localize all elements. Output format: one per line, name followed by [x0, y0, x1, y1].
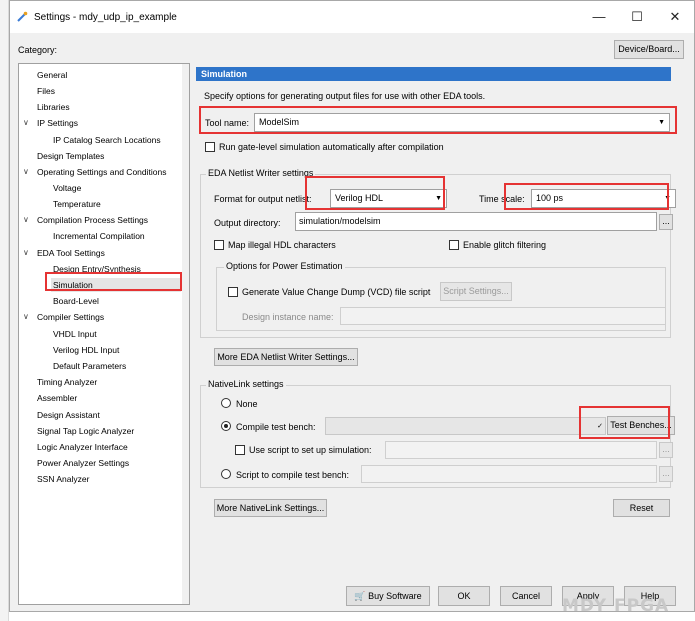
eda-netlist-group-title: EDA Netlist Writer settings — [206, 168, 316, 178]
output-dir-label: Output directory: — [214, 218, 281, 228]
compile-test-bench-select[interactable]: ✓ — [325, 417, 606, 435]
tree-item-ssn-analyzer[interactable]: SSN Analyzer — [37, 472, 89, 486]
use-script-input[interactable] — [385, 441, 657, 459]
pane-description: Specify options for generating output fi… — [204, 91, 486, 101]
watermark-text: MDY FPGA — [562, 596, 670, 616]
nativelink-none-radio[interactable] — [221, 398, 231, 408]
device-board-button[interactable]: Device/Board... — [614, 40, 684, 59]
reset-button[interactable]: Reset — [613, 499, 670, 517]
enable-glitch-label: Enable glitch filtering — [463, 240, 547, 250]
design-instance-input[interactable] — [340, 307, 666, 325]
tree-item-ip-catalog[interactable]: IP Catalog Search Locations — [53, 133, 161, 147]
chevron-down-icon[interactable]: ∨ — [23, 165, 29, 179]
tree-item-libraries[interactable]: Libraries — [37, 100, 70, 114]
tree-item-default-parameters[interactable]: Default Parameters — [53, 359, 126, 373]
script-compile-browse-button[interactable]: ... — [659, 466, 673, 482]
ok-button[interactable]: OK — [438, 586, 490, 606]
generate-vcd-label: Generate Value Change Dump (VCD) file sc… — [242, 287, 431, 297]
generate-vcd-checkbox[interactable] — [228, 287, 238, 297]
window-title: Settings - mdy_udp_ip_example — [34, 12, 177, 23]
more-eda-settings-button[interactable]: More EDA Netlist Writer Settings... — [214, 348, 358, 366]
tree-item-timing-analyzer[interactable]: Timing Analyzer — [37, 375, 97, 389]
tree-item-temperature[interactable]: Temperature — [53, 197, 101, 211]
tree-item-power-analyzer[interactable]: Power Analyzer Settings — [37, 456, 129, 470]
chevron-down-icon[interactable]: ∨ — [23, 213, 29, 227]
enable-glitch-checkbox[interactable] — [449, 240, 459, 250]
format-label: Format for output netlist: — [214, 194, 312, 204]
category-label: Category: — [18, 45, 58, 55]
compile-test-bench-radio[interactable] — [221, 421, 231, 431]
map-illegal-checkbox[interactable] — [214, 240, 224, 250]
output-dir-browse-button[interactable]: ... — [659, 214, 673, 230]
nativelink-group-title: NativeLink settings — [206, 379, 286, 389]
background-window-edge — [0, 0, 9, 621]
buy-software-label: Buy Software — [368, 591, 422, 601]
tree-item-design-assistant[interactable]: Design Assistant — [37, 408, 100, 422]
more-nativelink-settings-button[interactable]: More NativeLink Settings... — [214, 499, 327, 517]
settings-dialog: Settings - mdy_udp_ip_example — ☐ ✕ Cate… — [9, 0, 695, 612]
use-script-checkbox[interactable] — [235, 445, 245, 455]
nativelink-none-label: None — [236, 399, 258, 409]
tree-item-eda-tool-settings[interactable]: EDA Tool Settings — [37, 246, 105, 260]
simulation-pane: Simulation Specify options for generatin… — [196, 67, 676, 522]
maximize-button[interactable]: ☐ — [620, 5, 654, 29]
script-compile-radio[interactable] — [221, 469, 231, 479]
category-tree: General Files Libraries ∨ IP Settings IP… — [18, 63, 190, 605]
highlight-simulation-item — [45, 272, 182, 291]
tree-item-incremental-compilation[interactable]: Incremental Compilation — [53, 229, 145, 243]
tree-item-vhdl-input[interactable]: VHDL Input — [53, 327, 97, 341]
script-compile-input[interactable] — [361, 465, 657, 483]
tree-scrollbar[interactable] — [182, 64, 189, 604]
minimize-button[interactable]: — — [582, 5, 616, 29]
tree-item-signal-tap[interactable]: Signal Tap Logic Analyzer — [37, 424, 134, 438]
highlight-test-benches — [579, 406, 670, 439]
run-gate-level-checkbox[interactable] — [205, 142, 215, 152]
highlight-format — [305, 176, 445, 210]
tree-item-compiler-settings[interactable]: Compiler Settings — [37, 310, 104, 324]
run-gate-level-label: Run gate-level simulation automatically … — [219, 142, 444, 152]
highlight-time-scale — [504, 183, 669, 210]
compile-test-bench-label: Compile test bench: — [236, 422, 316, 432]
tree-item-compilation-process[interactable]: Compilation Process Settings — [37, 213, 148, 227]
chevron-down-icon[interactable]: ∨ — [23, 246, 29, 260]
highlight-tool-name — [199, 106, 677, 134]
use-script-browse-button[interactable]: ... — [659, 442, 673, 458]
use-script-label: Use script to set up simulation: — [249, 445, 372, 455]
tree-item-logic-analyzer-interface[interactable]: Logic Analyzer Interface — [37, 440, 128, 454]
design-instance-label: Design instance name: — [242, 312, 334, 322]
script-settings-button[interactable]: Script Settings... — [440, 282, 512, 301]
tree-item-board-level[interactable]: Board-Level — [53, 294, 99, 308]
settings-app-icon — [17, 11, 28, 22]
tree-item-design-templates[interactable]: Design Templates — [37, 149, 104, 163]
tree-item-operating-settings[interactable]: Operating Settings and Conditions — [37, 165, 166, 179]
script-compile-label: Script to compile test bench: — [236, 470, 350, 480]
cart-icon: 🛒 — [354, 591, 366, 601]
tree-item-voltage[interactable]: Voltage — [53, 181, 81, 195]
tree-item-general[interactable]: General — [37, 68, 67, 82]
output-dir-input[interactable]: simulation/modelsim — [295, 212, 657, 231]
chevron-down-icon[interactable]: ∨ — [23, 310, 29, 324]
pane-header: Simulation — [196, 67, 671, 81]
map-illegal-label: Map illegal HDL characters — [228, 240, 336, 250]
close-button[interactable]: ✕ — [658, 5, 692, 29]
cancel-button[interactable]: Cancel — [500, 586, 552, 606]
tree-item-verilog-input[interactable]: Verilog HDL Input — [53, 343, 119, 357]
power-estimation-group-title: Options for Power Estimation — [224, 261, 345, 271]
buy-software-button[interactable]: 🛒 Buy Software — [346, 586, 430, 606]
tree-item-assembler[interactable]: Assembler — [37, 391, 77, 405]
tree-item-files[interactable]: Files — [37, 84, 55, 98]
tree-item-ip-settings[interactable]: IP Settings — [37, 116, 78, 130]
title-bar: Settings - mdy_udp_ip_example — ☐ ✕ — [10, 1, 694, 33]
chevron-down-icon[interactable]: ∨ — [23, 116, 29, 130]
